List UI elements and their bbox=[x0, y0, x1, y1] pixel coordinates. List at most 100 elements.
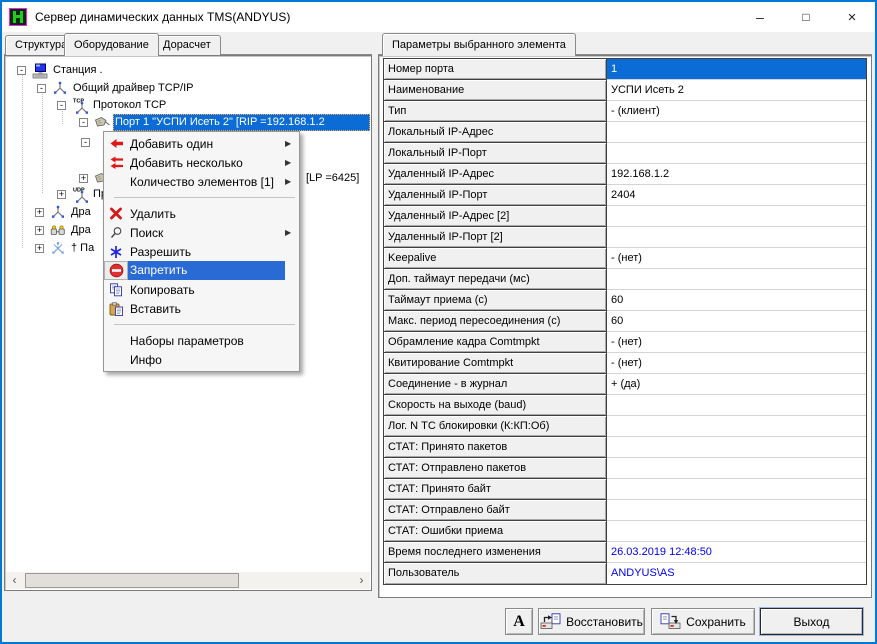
property-label[interactable]: Keepalive bbox=[384, 248, 607, 269]
collapse-expander-icon[interactable]: - bbox=[81, 138, 90, 147]
property-value[interactable]: - (нет) bbox=[607, 353, 866, 374]
property-label[interactable]: Доп. таймаут передачи (мс) bbox=[384, 269, 607, 290]
property-value[interactable]: 60 bbox=[607, 290, 866, 311]
property-value[interactable] bbox=[607, 269, 866, 290]
property-label[interactable]: СТАТ: Отправлено пакетов bbox=[384, 458, 607, 479]
tree-row[interactable]: - Общий драйвер TCP/IP bbox=[5, 80, 371, 97]
tree-item-label-selected[interactable]: Порт 1 "УСПИ Исеть 2" [RIP =192.168.1.2 bbox=[113, 114, 370, 131]
tab-parameters[interactable]: Параметры выбранного элемента bbox=[382, 33, 576, 56]
property-value[interactable]: - (клиент) bbox=[607, 101, 866, 122]
property-value[interactable] bbox=[607, 500, 866, 521]
save-button[interactable]: Сохранить bbox=[651, 608, 755, 635]
property-value[interactable] bbox=[607, 206, 866, 227]
tree-item-label[interactable]: † Па bbox=[69, 240, 96, 257]
property-label[interactable]: Тип bbox=[384, 101, 607, 122]
scrollbar-thumb[interactable] bbox=[25, 573, 239, 588]
property-label[interactable]: Квитирование Comtmpkt bbox=[384, 353, 607, 374]
close-button[interactable]: × bbox=[829, 2, 875, 32]
property-label[interactable]: СТАТ: Принято байт bbox=[384, 479, 607, 500]
minimize-button[interactable]: – bbox=[737, 2, 783, 32]
tab-oborudovanie[interactable]: Оборудование bbox=[64, 33, 159, 56]
property-value[interactable]: ANDYUS\AS bbox=[607, 563, 866, 584]
property-label[interactable]: Локальный IP-Адрес bbox=[384, 122, 607, 143]
property-value[interactable]: + (да) bbox=[607, 374, 866, 395]
menu-item[interactable]: Запретить bbox=[104, 261, 299, 280]
menu-item[interactable]: Удалить bbox=[104, 204, 299, 223]
menu-item[interactable]: Наборы параметров bbox=[104, 331, 299, 350]
property-label[interactable]: Пользователь bbox=[384, 563, 607, 584]
property-value[interactable] bbox=[607, 395, 866, 416]
expand-expander-icon[interactable]: + bbox=[35, 226, 44, 235]
maximize-button[interactable]: □ bbox=[783, 2, 829, 32]
property-value[interactable] bbox=[607, 521, 866, 542]
expand-expander-icon[interactable]: + bbox=[35, 244, 44, 253]
property-label[interactable]: Лог. N ТС блокировки (К:КП:Об) bbox=[384, 416, 607, 437]
expand-expander-icon[interactable]: + bbox=[35, 208, 44, 217]
tab-doraschet[interactable]: Дорасчет bbox=[153, 35, 221, 56]
tree-item-label[interactable]: Станция . bbox=[51, 62, 105, 79]
restore-button[interactable]: Восстановить bbox=[538, 608, 645, 635]
property-value[interactable] bbox=[607, 227, 866, 248]
scroll-left-arrow-icon[interactable]: ‹ bbox=[6, 572, 23, 589]
property-value[interactable] bbox=[607, 416, 866, 437]
property-label[interactable]: СТАТ: Отправлено байт bbox=[384, 500, 607, 521]
collapse-expander-icon[interactable]: - bbox=[17, 66, 26, 75]
property-value[interactable]: 60 bbox=[607, 311, 866, 332]
menu-item[interactable]: Добавить один▶ bbox=[104, 134, 299, 153]
property-label[interactable]: Удаленный IP-Порт [2] bbox=[384, 227, 607, 248]
property-row: Скорость на выходе (baud) bbox=[384, 395, 866, 416]
menu-item[interactable]: Разрешить bbox=[104, 242, 299, 261]
property-value[interactable] bbox=[607, 458, 866, 479]
tree-row[interactable]: -TCPПротокол TCP bbox=[5, 97, 371, 114]
property-value[interactable]: - (нет) bbox=[607, 248, 866, 269]
property-value[interactable]: 2404 bbox=[607, 185, 866, 206]
property-value-selected[interactable]: 1 bbox=[607, 59, 866, 80]
property-label[interactable]: Удаленный IP-Порт bbox=[384, 185, 607, 206]
tree-item-label[interactable]: Протокол TCP bbox=[91, 97, 168, 114]
collapse-expander-icon[interactable]: - bbox=[37, 84, 46, 93]
property-value[interactable] bbox=[607, 437, 866, 458]
property-value[interactable]: - (нет) bbox=[607, 332, 866, 353]
property-row: ПользовательANDYUS\AS bbox=[384, 563, 866, 584]
property-value[interactable] bbox=[607, 122, 866, 143]
property-label[interactable]: Макс. период пересоединения (с) bbox=[384, 311, 607, 332]
property-value[interactable]: 192.168.1.2 bbox=[607, 164, 866, 185]
menu-item[interactable]: Вставить bbox=[104, 299, 299, 318]
expand-expander-icon[interactable]: + bbox=[57, 190, 66, 199]
menu-item[interactable]: Поиск▶ bbox=[104, 223, 299, 242]
tree-item-label[interactable]: Дра bbox=[69, 204, 93, 221]
tree-row[interactable]: - Порт 1 "УСПИ Исеть 2" [RIP =192.168.1.2 bbox=[5, 114, 371, 131]
font-button[interactable]: A bbox=[505, 608, 533, 635]
property-label[interactable]: СТАТ: Ошибки приема bbox=[384, 521, 607, 542]
property-label[interactable]: Таймаут приема (с) bbox=[384, 290, 607, 311]
property-row: Макс. период пересоединения (с)60 bbox=[384, 311, 866, 332]
property-label[interactable]: Локальный IP-Порт bbox=[384, 143, 607, 164]
expand-expander-icon[interactable]: + bbox=[79, 174, 88, 183]
property-label[interactable]: Номер порта bbox=[384, 59, 607, 80]
property-label[interactable]: Наименование bbox=[384, 80, 607, 101]
property-value[interactable] bbox=[607, 479, 866, 500]
property-label[interactable]: Скорость на выходе (baud) bbox=[384, 395, 607, 416]
property-value[interactable]: УСПИ Исеть 2 bbox=[607, 80, 866, 101]
property-label[interactable]: Удаленный IP-Адрес bbox=[384, 164, 607, 185]
menu-item[interactable]: Копировать bbox=[104, 280, 299, 299]
property-label[interactable]: Удаленный IP-Адрес [2] bbox=[384, 206, 607, 227]
collapse-expander-icon[interactable]: - bbox=[79, 118, 88, 127]
property-value[interactable] bbox=[607, 143, 866, 164]
tree-item-label[interactable]: Дра bbox=[69, 222, 93, 239]
menu-item[interactable]: Инфо bbox=[104, 350, 299, 369]
menu-item[interactable]: Количество элементов [1]▶ bbox=[104, 172, 299, 191]
tree-item-label[interactable]: Общий драйвер TCP/IP bbox=[71, 80, 196, 97]
collapse-expander-icon[interactable]: - bbox=[57, 101, 66, 110]
menu-icon-empty bbox=[104, 172, 128, 191]
exit-button[interactable]: Выход bbox=[760, 608, 863, 635]
horizontal-scrollbar[interactable]: ‹ › bbox=[6, 572, 370, 589]
property-label[interactable]: Время последнего изменения bbox=[384, 542, 607, 563]
property-value[interactable]: 26.03.2019 12:48:50 bbox=[607, 542, 866, 563]
property-label[interactable]: Обрамление кадра Comtmpkt bbox=[384, 332, 607, 353]
tree-row[interactable]: - Станция . bbox=[5, 62, 371, 79]
menu-item[interactable]: Добавить несколько▶ bbox=[104, 153, 299, 172]
property-label[interactable]: Соединение - в журнал bbox=[384, 374, 607, 395]
property-label[interactable]: СТАТ: Принято пакетов bbox=[384, 437, 607, 458]
scroll-right-arrow-icon[interactable]: › bbox=[353, 572, 370, 589]
